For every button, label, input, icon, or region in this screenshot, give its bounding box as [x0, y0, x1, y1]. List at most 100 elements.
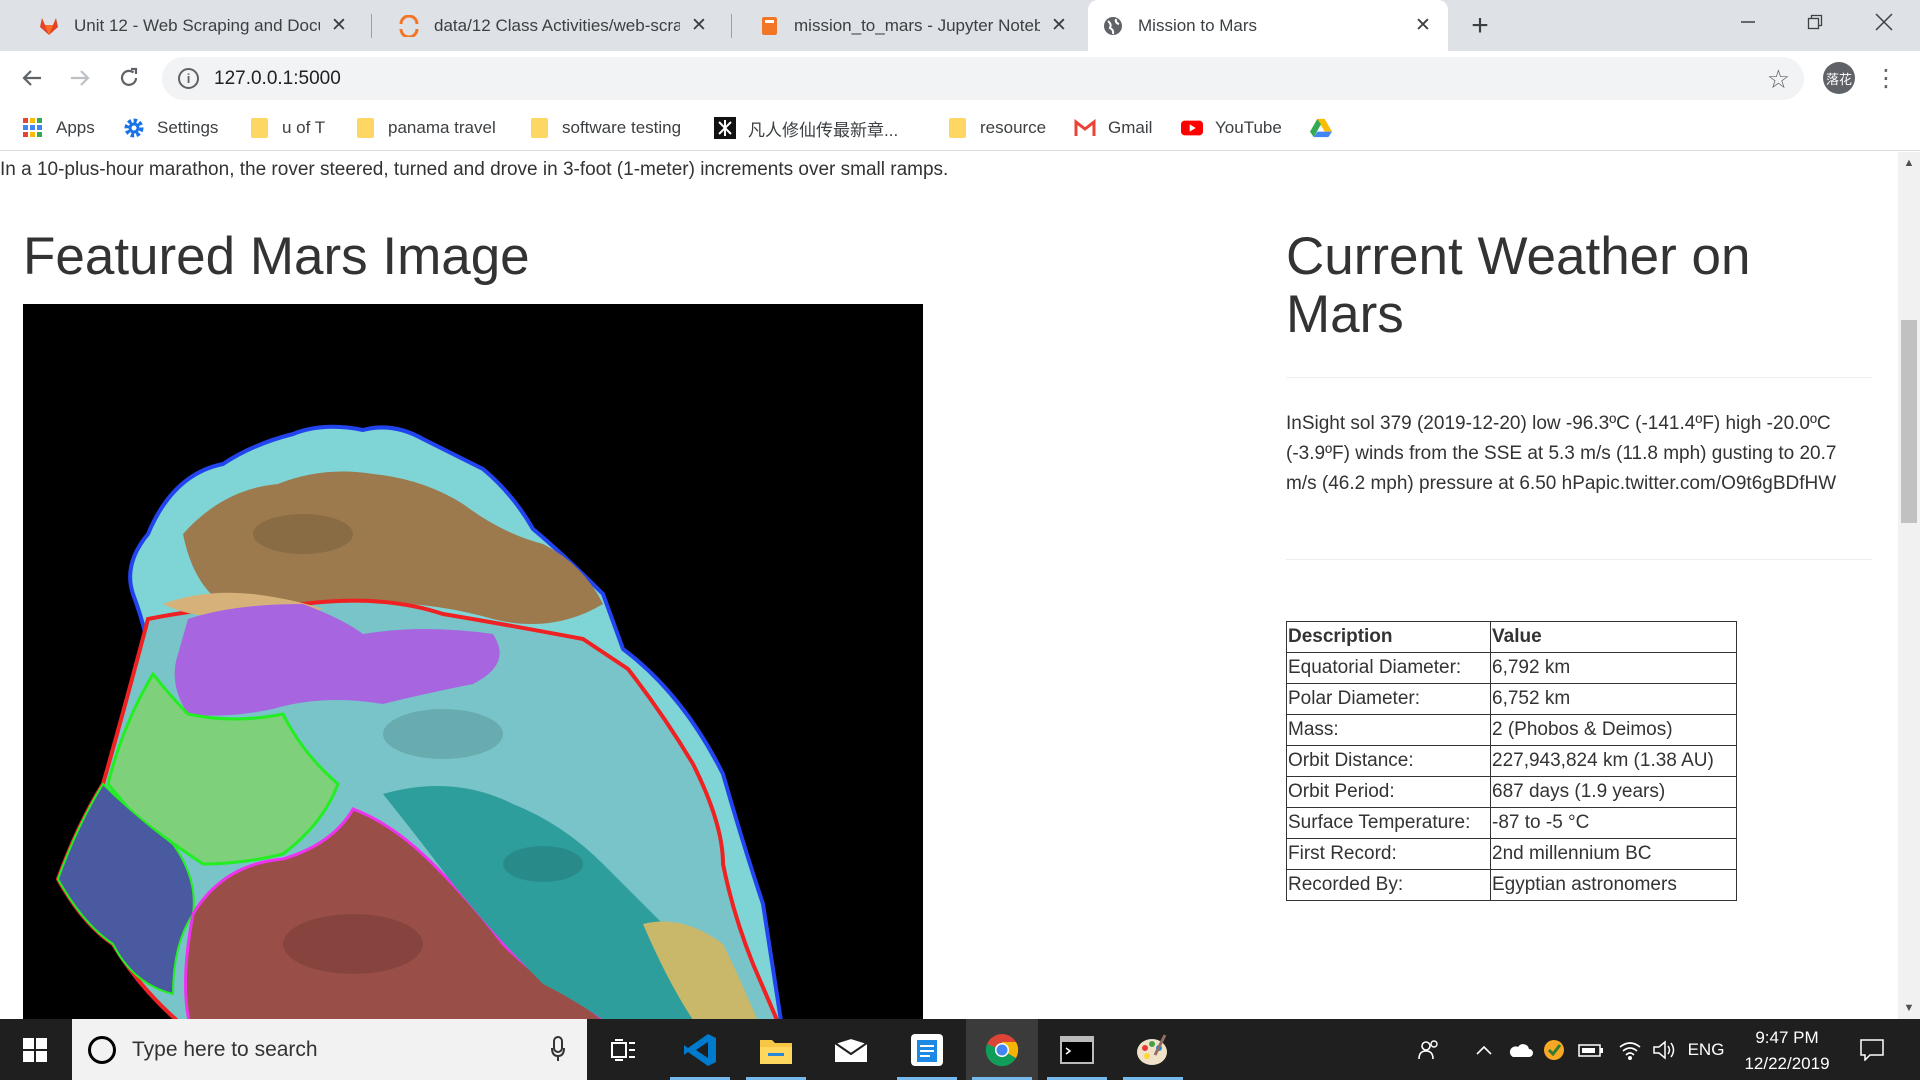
file-explorer-taskbar-button[interactable]: [740, 1019, 812, 1080]
tab-mission-to-mars[interactable]: Mission to Mars ✕: [1088, 0, 1448, 51]
cortana-icon: [88, 1036, 116, 1064]
taskbar-clock[interactable]: 9:47 PM 12/22/2019: [1728, 1025, 1846, 1077]
bookmark-label: Settings: [157, 118, 219, 137]
bookmark-folder-resource[interactable]: resource: [946, 114, 1046, 142]
microphone-icon[interactable]: [551, 1036, 565, 1062]
fact-value: 2nd millennium BC: [1490, 838, 1737, 870]
vscode-taskbar-button[interactable]: [664, 1019, 736, 1080]
folder-icon: [528, 117, 550, 139]
bookmark-folder-software-testing[interactable]: software testing: [528, 114, 681, 142]
task-view-button[interactable]: [588, 1019, 660, 1080]
scroll-down-arrow-icon[interactable]: ▼: [1898, 997, 1920, 1019]
bookmark-apps[interactable]: Apps: [22, 114, 95, 142]
bookmark-label: Apps: [56, 118, 95, 137]
search-placeholder: Type here to search: [132, 1038, 318, 1061]
minimize-button[interactable]: [1718, 0, 1778, 44]
input-language-indicator[interactable]: ENG: [1684, 1019, 1728, 1080]
bookmark-settings[interactable]: Settings: [123, 114, 218, 142]
close-window-button[interactable]: [1854, 0, 1914, 44]
close-tab-icon[interactable]: ✕: [328, 15, 350, 37]
tab-class-activities[interactable]: data/12 Class Activities/web-scraping ✕: [384, 0, 724, 51]
bookmark-gmail[interactable]: Gmail: [1074, 114, 1152, 142]
scrollbar-thumb[interactable]: [1901, 320, 1917, 523]
chevron-up-icon: [1476, 1045, 1492, 1055]
divider: [1286, 559, 1872, 560]
clock-time: 9:47 PM: [1755, 1028, 1819, 1047]
tab-unit12[interactable]: Unit 12 - Web Scraping and Document ✕: [24, 0, 364, 51]
security-check-icon: [1544, 1039, 1564, 1060]
scroll-up-arrow-icon[interactable]: ▲: [1898, 152, 1920, 174]
table-row: Equatorial Diameter: 6,792 km: [1286, 652, 1737, 684]
featured-image-heading: Featured Mars Image: [23, 227, 530, 286]
taskbar-search-box[interactable]: Type here to search: [72, 1019, 587, 1080]
terminal-taskbar-button[interactable]: [1041, 1019, 1113, 1080]
fact-value: 6,792 km: [1490, 652, 1737, 684]
show-hidden-icons-button[interactable]: [1472, 1019, 1496, 1080]
fact-value: 6,752 km: [1490, 683, 1737, 715]
fact-description: Equatorial Diameter:: [1286, 652, 1491, 684]
address-bar[interactable]: i 127.0.0.1:5000 ☆: [162, 57, 1804, 100]
profile-avatar[interactable]: 落花: [1823, 62, 1855, 94]
table-row: Surface Temperature: -87 to -5 °C: [1286, 807, 1737, 839]
action-center-button[interactable]: [1850, 1019, 1894, 1080]
bookmark-label: resource: [980, 118, 1047, 137]
mars-weather-text: InSight sol 379 (2019-12-20) low -96.3ºC…: [1286, 413, 1837, 494]
chrome-icon: [985, 1033, 1019, 1066]
new-tab-button[interactable]: +: [1464, 9, 1496, 42]
fact-value: 2 (Phobos & Deimos): [1490, 714, 1737, 746]
url-text[interactable]: 127.0.0.1:5000: [214, 68, 341, 90]
cloud-icon: [1509, 1043, 1533, 1057]
site-info-icon[interactable]: i: [178, 68, 199, 89]
back-button[interactable]: [16, 62, 48, 94]
restore-button[interactable]: [1785, 0, 1845, 44]
folder-icon: [248, 117, 270, 139]
notepad-taskbar-button[interactable]: [891, 1019, 963, 1080]
bookmark-label: YouTube: [1215, 118, 1282, 137]
wifi-tray-button[interactable]: [1616, 1019, 1644, 1080]
table-header-row: Description Value: [1286, 621, 1737, 653]
battery-tray-button[interactable]: [1576, 1019, 1606, 1080]
notepad-icon: [911, 1033, 943, 1066]
chrome-taskbar-button[interactable]: [966, 1019, 1038, 1080]
paint-icon: [1137, 1033, 1167, 1065]
bookmark-youtube[interactable]: YouTube: [1181, 114, 1282, 142]
tab-jupyter-notebook[interactable]: mission_to_mars - Jupyter Notebook ✕: [744, 0, 1084, 51]
restore-icon: [1807, 14, 1823, 30]
mail-taskbar-button[interactable]: [815, 1019, 887, 1080]
bookmark-novel-site[interactable]: 凡人修仙传最新章...: [714, 114, 898, 142]
page-scrollbar[interactable]: ▲ ▼: [1898, 152, 1920, 1019]
divider: [1286, 377, 1872, 378]
forward-button[interactable]: [64, 62, 96, 94]
bookmark-star-icon[interactable]: ☆: [1767, 64, 1790, 95]
bookmark-label: panama travel: [388, 118, 496, 137]
gitlab-icon: [38, 15, 60, 37]
mars-facts-table: Description Value Equatorial Diameter: 6,…: [1286, 621, 1737, 901]
fact-value: Egyptian astronomers: [1490, 869, 1737, 901]
reload-icon: [120, 67, 138, 86]
settings-gear-icon: [123, 117, 145, 139]
people-button[interactable]: [1413, 1019, 1445, 1080]
bookmark-folder-panama-travel[interactable]: panama travel: [354, 114, 496, 142]
fact-value: 687 days (1.9 years): [1490, 776, 1737, 808]
clock-date: 12/22/2019: [1744, 1054, 1830, 1073]
globe-icon: [1102, 15, 1124, 37]
close-tab-icon[interactable]: ✕: [1412, 15, 1434, 37]
fact-value: -87 to -5 °C: [1490, 807, 1737, 839]
close-tab-icon[interactable]: ✕: [688, 15, 710, 37]
volume-tray-button[interactable]: [1650, 1019, 1678, 1080]
bookmark-google-drive[interactable]: [1310, 114, 1344, 142]
people-icon: [1418, 1039, 1438, 1059]
security-tray-button[interactable]: [1540, 1019, 1568, 1080]
site-icon: [714, 117, 736, 139]
paint-taskbar-button[interactable]: [1117, 1019, 1189, 1080]
weather-heading: Current Weather on Mars: [1286, 227, 1751, 344]
close-tab-icon[interactable]: ✕: [1048, 15, 1070, 37]
apps-grid-icon: [22, 117, 44, 139]
bookmark-folder-u-of-t[interactable]: u of T: [248, 114, 325, 142]
forward-arrow-icon: [71, 70, 90, 86]
onedrive-tray-button[interactable]: [1506, 1019, 1534, 1080]
reload-button[interactable]: [113, 62, 145, 94]
browser-menu-icon[interactable]: ⋮: [1874, 62, 1898, 94]
start-button[interactable]: [0, 1019, 70, 1080]
featured-mars-image[interactable]: [23, 304, 923, 1019]
